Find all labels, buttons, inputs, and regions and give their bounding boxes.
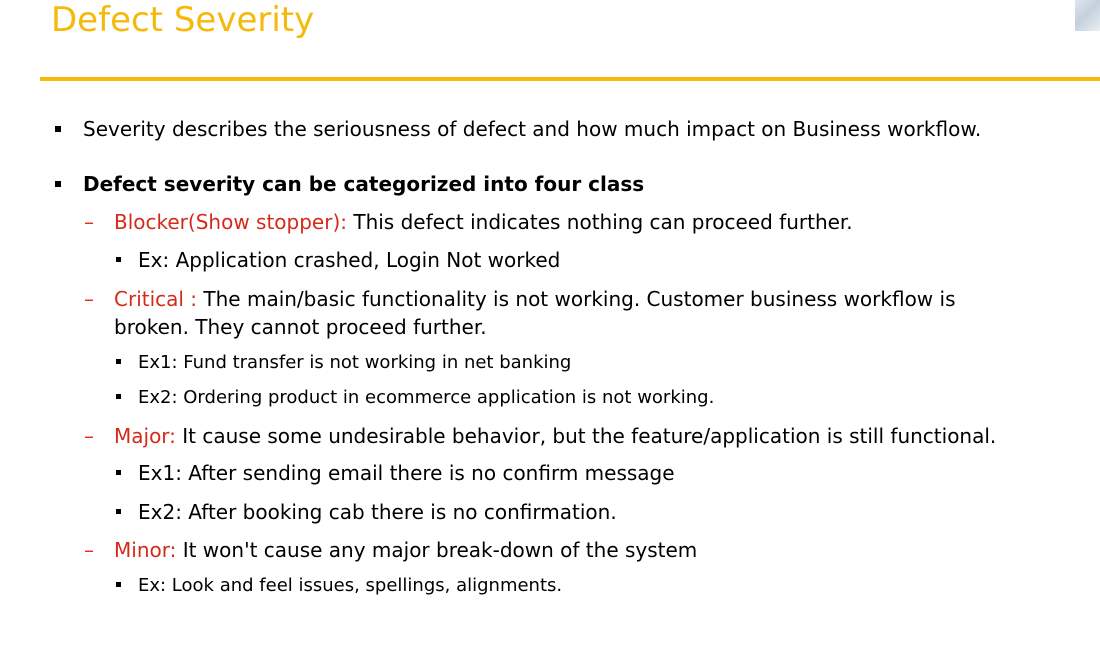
example-text: Ex: Application crashed, Login Not worke…	[138, 248, 561, 272]
example-text: Ex1: After sending email there is no con…	[138, 461, 675, 485]
category-critical: – Critical : The main/basic functionality…	[84, 285, 956, 313]
example-item: Ex1: Fund transfer is not working in net…	[116, 351, 571, 375]
dash-bullet-icon: –	[84, 287, 94, 311]
square-bullet-icon	[116, 358, 121, 364]
example-text: Ex2: After booking cab there is no confi…	[138, 500, 617, 524]
dash-bullet-icon: –	[84, 538, 94, 562]
bullet-intro: Severity describes the seriousness of de…	[55, 116, 981, 142]
square-bullet-icon	[116, 581, 121, 587]
category-major: – Major: It cause some undesirable behavi…	[84, 422, 996, 450]
intro-text: Severity describes the seriousness of de…	[83, 117, 982, 141]
example-item: Ex2: After booking cab there is no confi…	[116, 499, 617, 525]
heading-text: Defect severity can be categorized into …	[83, 172, 645, 196]
dash-bullet-icon: –	[84, 424, 94, 448]
square-bullet-icon	[55, 125, 61, 132]
category-description: It cause some undesirable behavior, but …	[175, 424, 997, 448]
category-label: Major:	[114, 424, 176, 448]
category-minor: – Minor: It won't cause any major break-d…	[84, 536, 697, 564]
category-description: This defect indicates nothing can procee…	[347, 210, 853, 234]
title-underline	[40, 77, 1100, 81]
bullet-heading: Defect severity can be categorized into …	[55, 171, 644, 197]
dash-bullet-icon: –	[84, 210, 94, 234]
category-description: The main/basic functionality is not work…	[197, 287, 956, 311]
category-label: Critical :	[114, 287, 198, 311]
square-bullet-icon	[116, 257, 121, 262]
example-item: Ex2: Ordering product in ecommerce appli…	[116, 386, 714, 410]
square-bullet-icon	[116, 470, 121, 475]
example-text: Ex1: Fund transfer is not working in net…	[138, 352, 572, 373]
example-item: Ex: Application crashed, Login Not worke…	[116, 247, 560, 273]
example-text: Ex2: Ordering product in ecommerce appli…	[138, 387, 715, 408]
category-blocker: – Blocker(Show stopper): This defect indi…	[84, 208, 853, 236]
category-description-continued: broken. They cannot proceed further.	[114, 315, 487, 339]
square-bullet-icon	[55, 180, 61, 187]
category-label: Blocker(Show stopper):	[114, 210, 347, 234]
example-item: Ex: Look and feel issues, spellings, ali…	[116, 574, 562, 598]
square-bullet-icon	[116, 509, 121, 514]
example-text: Ex: Look and feel issues, spellings, ali…	[138, 575, 563, 596]
corner-thumbnail	[1075, 0, 1100, 31]
slide-title: Defect Severity	[51, 0, 315, 40]
category-description: It won't cause any major break-down of t…	[176, 538, 698, 562]
category-label: Minor:	[114, 538, 177, 562]
example-item: Ex1: After sending email there is no con…	[116, 460, 675, 486]
slide: Defect Severity Severity describes the s…	[0, 0, 1100, 645]
square-bullet-icon	[116, 393, 121, 399]
